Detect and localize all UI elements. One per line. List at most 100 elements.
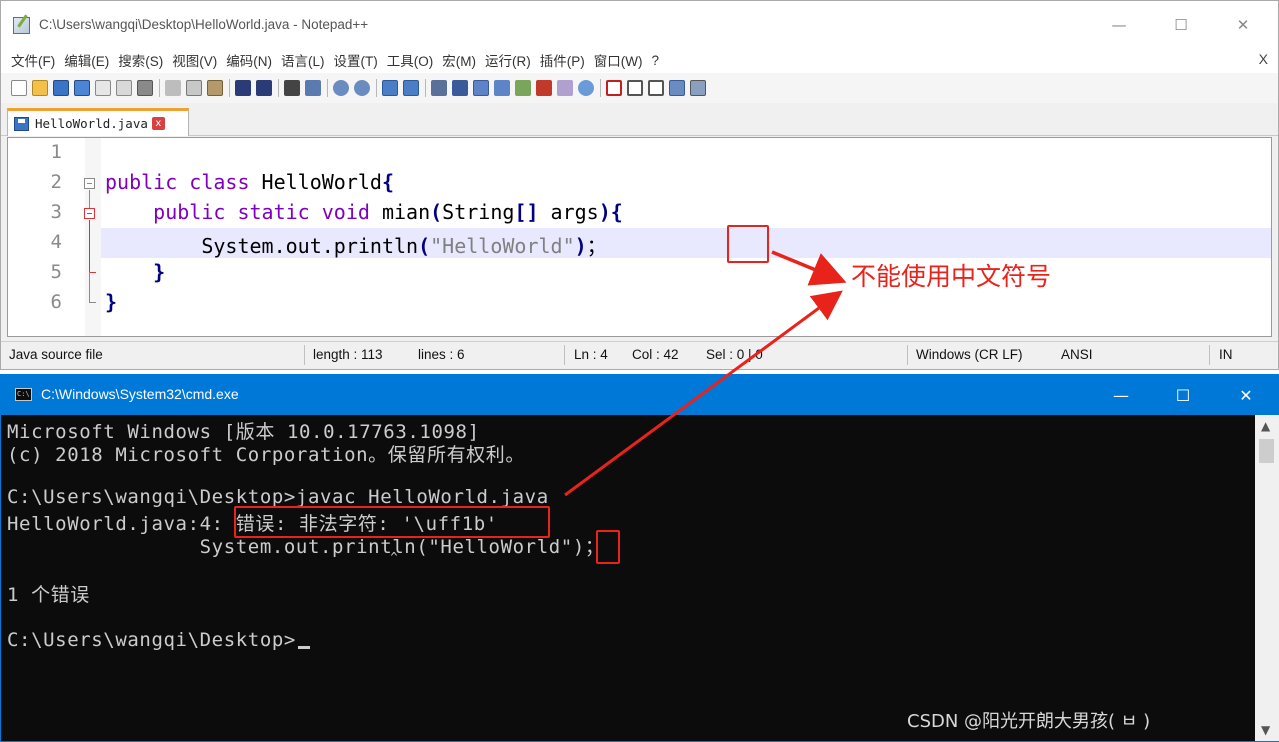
replace-icon[interactable] [305, 80, 321, 96]
menu-plugins[interactable]: 插件(P) [540, 50, 585, 70]
word-wrap-icon[interactable] [431, 80, 447, 96]
menu-encoding[interactable]: 编码(N) [226, 50, 272, 70]
line-number: 2 [50, 171, 62, 193]
run-macro-multiple-icon[interactable] [669, 80, 685, 96]
zoom-out-icon[interactable] [354, 80, 370, 96]
code-operator: { [610, 200, 623, 224]
code-operator: ( [418, 234, 431, 258]
menu-view[interactable]: 视图(V) [172, 50, 217, 70]
doc-map-icon[interactable] [515, 80, 531, 96]
close-file-icon[interactable] [95, 80, 111, 96]
console-prompt: C:\Users\wangqi\Desktop> [7, 629, 296, 651]
maximize-button[interactable]: ☐ [1158, 7, 1204, 43]
code-operator: ) [574, 234, 587, 258]
status-lines: lines : 6 [418, 347, 465, 362]
toolbar-separator [425, 79, 426, 97]
status-length: length : 113 [313, 347, 383, 362]
indent-guide-icon[interactable] [473, 80, 489, 96]
fold-line [89, 190, 90, 208]
save-all-icon[interactable] [74, 80, 90, 96]
code-keyword: public class [105, 170, 262, 194]
code-string: "HelloWorld" [430, 234, 575, 258]
menu-macro[interactable]: 宏(M) [442, 50, 476, 70]
toolbar-separator [159, 79, 160, 97]
code-editor[interactable]: 1 2 3 4 5 6 public class HelloWorld{ pub… [7, 137, 1272, 337]
play-macro-icon[interactable] [648, 80, 664, 96]
new-file-icon[interactable] [11, 80, 27, 96]
menu-search[interactable]: 搜索(S) [118, 50, 163, 70]
menu-settings[interactable]: 设置(T) [334, 50, 378, 70]
folder-workspace-icon[interactable] [557, 80, 573, 96]
cmd-app-icon: C:\ [15, 388, 32, 401]
cmd-maximize-button[interactable]: ☐ [1160, 377, 1206, 413]
monitoring-icon[interactable] [578, 80, 594, 96]
close-button[interactable]: ✕ [1220, 7, 1266, 43]
menu-window[interactable]: 窗口(W) [594, 50, 643, 70]
stop-macro-icon[interactable] [627, 80, 643, 96]
sync-vertical-icon[interactable] [382, 80, 398, 96]
menu-language[interactable]: 语言(L) [281, 50, 325, 70]
code-line-5: } [105, 260, 165, 284]
menu-tools[interactable]: 工具(O) [387, 50, 434, 70]
fold-margin [85, 138, 101, 336]
highlight-box-console-semicolon [596, 530, 620, 564]
save-icon[interactable] [53, 80, 69, 96]
menu-file[interactable]: 文件(F) [11, 50, 55, 70]
fold-toggle-icon[interactable] [84, 208, 95, 219]
code-operator: ) [598, 200, 611, 224]
menu-help[interactable]: ? [651, 53, 659, 68]
fold-toggle-icon[interactable] [84, 178, 95, 189]
notepad-app-icon [13, 17, 30, 34]
menu-run[interactable]: 运行(R) [485, 50, 531, 70]
console-output[interactable]: Microsoft Windows [版本 10.0.17763.1098] (… [1, 415, 1255, 741]
status-separator [1209, 345, 1210, 365]
print-icon[interactable] [137, 80, 153, 96]
tab-helloworld-java[interactable]: HelloWorld.java x [7, 108, 189, 136]
code-keyword: public static void [153, 200, 382, 224]
cmd-close-button[interactable]: ✕ [1223, 377, 1269, 413]
line-number: 4 [50, 231, 62, 253]
status-separator [304, 345, 305, 365]
line-number: 1 [50, 141, 62, 163]
menu-edit[interactable]: 编辑(E) [64, 50, 109, 70]
scroll-down-icon[interactable]: ▼ [1261, 723, 1270, 737]
copy-icon[interactable] [186, 80, 202, 96]
record-macro-icon[interactable] [606, 80, 622, 96]
highlight-box-editor-semicolon [727, 225, 769, 263]
cmd-minimize-button[interactable]: — [1098, 377, 1144, 413]
tab-close-icon[interactable]: x [151, 117, 165, 130]
scroll-thumb[interactable] [1259, 439, 1274, 463]
fold-end-marker [89, 272, 96, 273]
close-document-x[interactable]: X [1259, 51, 1268, 67]
toolbar-separator [327, 79, 328, 97]
undo-icon[interactable] [235, 80, 251, 96]
line-number: 5 [50, 261, 62, 283]
show-all-chars-icon[interactable] [452, 80, 468, 96]
code-identifier: System.out.println [201, 234, 419, 258]
save-macro-icon[interactable] [690, 80, 706, 96]
status-bar: Java source file length : 113 lines : 6 … [1, 341, 1278, 368]
zoom-in-icon[interactable] [333, 80, 349, 96]
scroll-up-icon[interactable]: ▲ [1261, 419, 1270, 433]
status-separator [564, 345, 565, 365]
code-operator: { [381, 170, 395, 194]
language-icon[interactable] [494, 80, 510, 96]
close-all-icon[interactable] [116, 80, 132, 96]
minimize-button[interactable]: — [1096, 7, 1142, 43]
line-number: 6 [50, 291, 62, 313]
open-file-icon[interactable] [32, 80, 48, 96]
cut-icon[interactable] [165, 80, 181, 96]
function-list-icon[interactable] [536, 80, 552, 96]
saved-file-icon [14, 116, 29, 131]
cmd-scrollbar[interactable]: ▲ ▼ [1255, 415, 1279, 741]
redo-icon[interactable] [256, 80, 272, 96]
line-number-gutter: 1 2 3 4 5 6 [8, 138, 84, 336]
sync-horizontal-icon[interactable] [403, 80, 419, 96]
status-column: Col : 42 [632, 347, 679, 362]
console-line: 1 个错误 [7, 584, 90, 606]
code-identifier: args [538, 200, 599, 224]
find-icon[interactable] [284, 80, 300, 96]
paste-icon[interactable] [207, 80, 223, 96]
